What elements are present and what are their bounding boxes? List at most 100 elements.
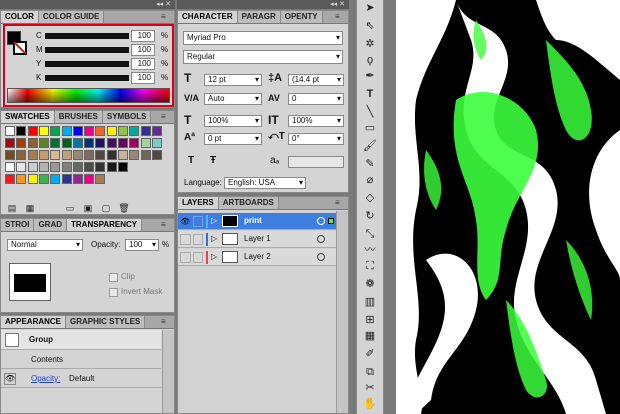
tab-gradient[interactable]: GRAD [34, 219, 68, 231]
slider-m[interactable] [45, 47, 129, 53]
swatch[interactable] [27, 150, 38, 160]
layer-name[interactable]: Layer 1 [244, 234, 271, 244]
blend-mode-dropdown[interactable]: Normal [7, 239, 83, 251]
swatch[interactable] [61, 162, 72, 172]
panel-menu-icon[interactable]: ≡ [161, 318, 171, 326]
pencil-tool-icon[interactable]: ✎ [361, 156, 379, 172]
delete-swatch-icon[interactable]: 🗑 [117, 202, 131, 214]
strikethrough-icon[interactable]: Ŧ [210, 156, 216, 166]
tab-character[interactable]: CHARACTER [178, 11, 238, 23]
opacity-mask-thumbnail[interactable] [9, 263, 51, 301]
expand-arrow-icon[interactable]: ▷ [211, 234, 217, 243]
swatch[interactable] [61, 174, 72, 184]
eraser-tool-icon[interactable]: ◇ [361, 190, 379, 206]
graph-tool-icon[interactable]: ▥ [361, 294, 379, 310]
swatch[interactable] [129, 138, 140, 148]
visibility-eye-icon[interactable]: 👁 [4, 373, 16, 385]
panel-menu-icon[interactable]: ≡ [161, 113, 171, 121]
swatch[interactable] [5, 174, 15, 184]
swatch[interactable] [72, 138, 83, 148]
expand-arrow-icon[interactable]: ▷ [211, 252, 217, 261]
swatch[interactable] [84, 150, 95, 160]
target-circle-icon[interactable] [317, 253, 325, 261]
swatch[interactable] [95, 162, 106, 172]
swatch[interactable] [50, 162, 61, 172]
font-style-dropdown[interactable]: Regular [183, 50, 343, 64]
tab-color[interactable]: COLOR [1, 11, 39, 23]
leading-field[interactable]: (14.4 pt [288, 74, 344, 86]
tab-color-guide[interactable]: COLOR GUIDE [38, 11, 105, 23]
panel-dock-header-left[interactable]: ◂◂ ✕ [0, 0, 175, 9]
lock-toggle[interactable] [193, 216, 203, 227]
mesh-tool-icon[interactable]: ⊞ [361, 312, 379, 328]
swatch[interactable] [129, 150, 140, 160]
swatch[interactable] [5, 150, 15, 160]
swatch[interactable] [95, 174, 106, 184]
canvas-area[interactable] [386, 0, 620, 414]
horizontal-scale-field[interactable]: 100% [288, 115, 344, 127]
swatch[interactable] [106, 162, 117, 172]
scale-tool-icon[interactable]: ⤡ [361, 226, 379, 242]
swatch[interactable] [27, 174, 38, 184]
lock-toggle[interactable] [193, 234, 203, 245]
value-k[interactable]: 100 [131, 72, 155, 84]
swatch[interactable] [38, 126, 49, 136]
slider-y[interactable] [45, 61, 129, 67]
swatch[interactable] [106, 126, 117, 136]
swatch[interactable] [16, 126, 27, 136]
swatch[interactable] [61, 150, 72, 160]
swatch[interactable] [84, 162, 95, 172]
tab-opentype[interactable]: OPENTY [280, 11, 323, 23]
swatch[interactable] [27, 162, 38, 172]
target-circle-icon[interactable] [317, 217, 325, 225]
tab-swatches[interactable]: SWATCHES [1, 111, 55, 123]
swatch[interactable] [84, 138, 95, 148]
blob-brush-tool-icon[interactable]: ⌀ [361, 172, 379, 188]
symbol-sprayer-tool-icon[interactable]: ❁ [361, 276, 379, 292]
swatch[interactable] [118, 162, 128, 172]
opacity-link[interactable]: Opacity: [31, 374, 60, 384]
swatch[interactable] [118, 126, 128, 136]
swatch[interactable] [72, 174, 83, 184]
panel-dock-header-right[interactable]: ◂◂ ✕ [177, 0, 349, 9]
swatch[interactable] [50, 138, 61, 148]
tab-appearance[interactable]: APPEARANCE [1, 316, 67, 328]
swatch[interactable] [129, 126, 140, 136]
swatch[interactable] [84, 126, 95, 136]
swatch[interactable] [140, 150, 151, 160]
panel-menu-icon[interactable]: ≡ [161, 221, 171, 229]
scissors-tool-icon[interactable]: ✂ [361, 380, 379, 396]
tab-layers[interactable]: LAYERS [178, 197, 219, 209]
visibility-eye-icon[interactable]: 👁 [180, 216, 191, 227]
swatch[interactable] [95, 150, 106, 160]
value-c[interactable]: 100 [131, 30, 155, 42]
rectangle-tool-icon[interactable]: ▭ [361, 120, 379, 136]
swatch[interactable] [72, 126, 83, 136]
anti-alias-field[interactable] [288, 156, 344, 168]
swatch[interactable] [84, 174, 95, 184]
swatch[interactable] [151, 126, 162, 136]
swatch[interactable] [38, 150, 49, 160]
type-tool-icon[interactable]: T [361, 86, 379, 102]
invert-mask-checkbox[interactable] [109, 288, 118, 297]
swatch[interactable] [27, 126, 38, 136]
swatch[interactable] [38, 162, 49, 172]
swatch[interactable] [50, 126, 61, 136]
tab-brushes[interactable]: BRUSHES [54, 111, 103, 123]
baseline-shift-field[interactable]: 0 pt [204, 133, 262, 145]
scrollbar[interactable] [336, 211, 348, 413]
layer-name[interactable]: Layer 2 [244, 252, 271, 262]
blend-tool-icon[interactable]: ⧉ [361, 364, 379, 380]
rotation-field[interactable]: 0° [288, 133, 344, 145]
swatch[interactable] [16, 162, 27, 172]
swatch-options-icon[interactable]: ▭ [63, 202, 77, 214]
show-kinds-icon[interactable]: ▦ [23, 202, 37, 214]
swatch[interactable] [61, 126, 72, 136]
layer-row-layer-1[interactable]: ▷ Layer 1 [178, 231, 336, 248]
swatch[interactable] [27, 138, 38, 148]
visibility-toggle[interactable] [180, 234, 191, 245]
hand-tool-icon[interactable]: ✋ [361, 396, 379, 412]
color-group-icon[interactable]: ▣ [81, 202, 95, 214]
swatch[interactable] [50, 150, 61, 160]
line-tool-icon[interactable]: ╲ [361, 104, 379, 120]
